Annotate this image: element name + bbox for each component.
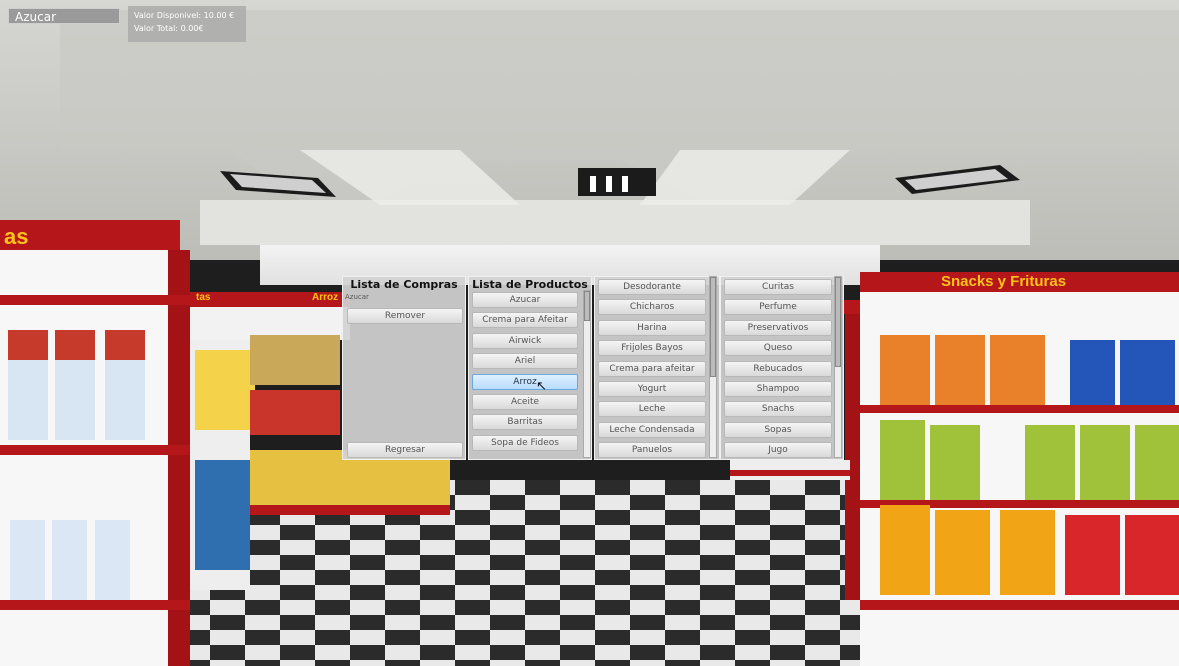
producto-button[interactable]: Shampoo: [724, 381, 832, 397]
producto-button[interactable]: Harina: [598, 319, 706, 336]
lista-compras-title: Lista de Compras: [350, 278, 458, 291]
producto-button[interactable]: Queso: [724, 340, 832, 357]
producto-button[interactable]: Barritas: [472, 414, 578, 431]
mouse-pointer-icon: ↖: [536, 379, 547, 394]
scrollbar-col1[interactable]: [583, 290, 591, 458]
hud-valor-total: Valor Total: 0.00€: [134, 24, 204, 33]
hud-values: Valor Disponivel: 10.00 € Valor Total: 0…: [128, 6, 246, 42]
scrollbar-thumb[interactable]: [710, 277, 716, 377]
hud-valor-disponible: Valor Disponivel: 10.00 €: [134, 11, 235, 20]
scrollbar-thumb[interactable]: [584, 291, 590, 321]
producto-button[interactable]: Leche: [598, 401, 706, 418]
producto-button[interactable]: Leche Condensada: [598, 421, 706, 438]
producto-button[interactable]: Preservativos: [724, 319, 832, 336]
producto-button[interactable]: Snachs: [724, 401, 832, 418]
producto-button[interactable]: Arroz: [472, 373, 578, 390]
producto-button[interactable]: Chicharos: [598, 299, 706, 316]
lista-productos-title: Lista de Productos: [472, 278, 588, 291]
producto-button[interactable]: Yogurt: [598, 381, 706, 397]
ceiling-light-center: [578, 168, 656, 196]
producto-button[interactable]: Ariel: [472, 353, 578, 370]
hud-current-item: Azucar: [8, 8, 120, 24]
producto-button[interactable]: Desodorante: [598, 279, 706, 295]
producto-button[interactable]: Azucar: [472, 292, 578, 308]
producto-button[interactable]: Jugo: [724, 442, 832, 459]
compras-item[interactable]: Azucar: [345, 293, 369, 301]
scrollbar-thumb[interactable]: [835, 277, 841, 367]
producto-button[interactable]: Sopas: [724, 421, 832, 438]
scrollbar-col2[interactable]: [709, 276, 717, 458]
producto-button[interactable]: Airwick: [472, 332, 578, 349]
producto-button[interactable]: Curitas: [724, 279, 832, 295]
producto-button[interactable]: Frijoles Bayos: [598, 340, 706, 357]
scrollbar-col3[interactable]: [834, 276, 842, 458]
sign-back-left: tas: [196, 292, 211, 303]
producto-button[interactable]: Panuelos: [598, 442, 706, 459]
producto-button[interactable]: Crema para afeitar: [598, 360, 706, 377]
sign-snacks: Snacks y Frituras: [940, 273, 1067, 290]
producto-button[interactable]: Aceite: [472, 394, 578, 410]
producto-button[interactable]: Crema para Afeitar: [472, 312, 578, 329]
remover-button[interactable]: Remover: [347, 308, 463, 324]
producto-button[interactable]: Perfume: [724, 299, 832, 316]
producto-button[interactable]: Rebucados: [724, 360, 832, 377]
producto-button[interactable]: Sopa de Fideos: [472, 434, 578, 451]
sign-left: as: [4, 224, 29, 249]
sign-back-mid: Arroz: [312, 292, 339, 303]
lista-compras-panel: Lista de Compras Azucar Remover Regresar: [342, 276, 466, 460]
regresar-button[interactable]: Regresar: [347, 442, 463, 458]
